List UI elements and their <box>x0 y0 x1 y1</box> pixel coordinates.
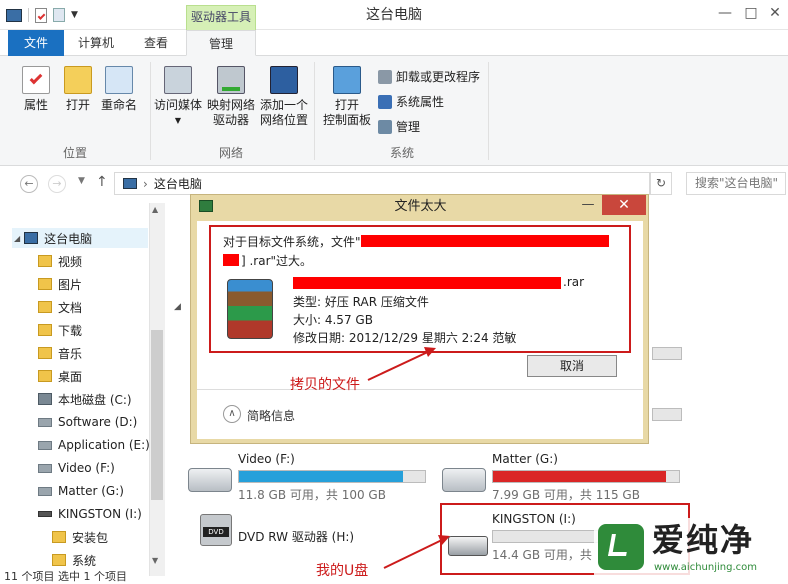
watermark: 爱纯净 www.aichunjing.com <box>594 518 788 578</box>
annotation-my-usb: 我的U盘 <box>316 563 369 579</box>
watermark-logo-icon <box>598 524 644 570</box>
annotation-arrow-file <box>367 349 433 381</box>
watermark-text: 爱纯净 <box>652 521 755 559</box>
annotation-copied-file: 拷贝的文件 <box>290 377 360 393</box>
annotation-arrows <box>367 347 450 569</box>
annotation-arrow-usb <box>383 537 447 569</box>
watermark-url: www.aichunjing.com <box>654 562 757 573</box>
